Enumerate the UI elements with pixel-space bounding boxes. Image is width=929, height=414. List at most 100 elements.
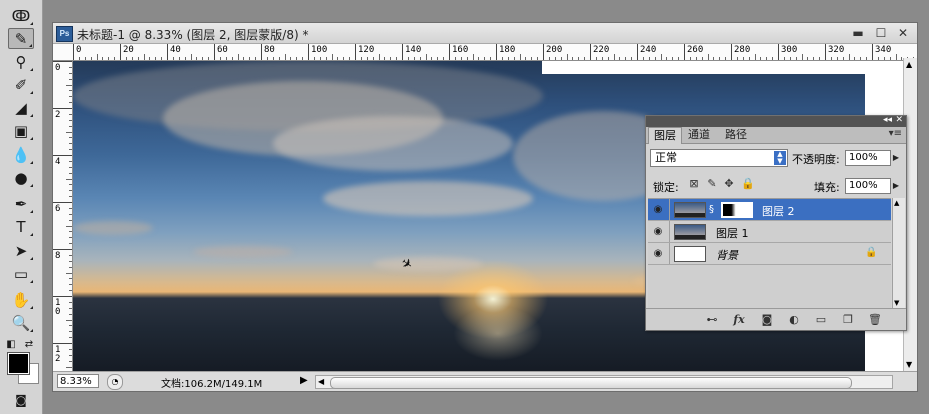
- ruler-label: 200: [546, 45, 563, 55]
- link-icon[interactable]: ⊷: [705, 313, 719, 327]
- path-selection-tool-icon[interactable]: ➤: [8, 240, 34, 261]
- ruler-minor-tick: [66, 225, 72, 227]
- layer-name[interactable]: 背景: [716, 247, 738, 263]
- lock-position-icon[interactable]: ✥: [723, 178, 735, 190]
- layer-row-layer-1[interactable]: ◉ 图层 1: [648, 221, 891, 243]
- ruler-label: 60: [217, 45, 228, 55]
- ruler-tick: [684, 44, 685, 60]
- ruler-minor-tick: [613, 54, 615, 60]
- ruler-tick: [214, 44, 215, 60]
- lock-transparency-icon[interactable]: ⊠: [688, 178, 700, 190]
- tab-paths[interactable]: 路径: [720, 127, 752, 143]
- scroll-down-icon[interactable]: ▼: [894, 299, 899, 307]
- lasso-tool-icon[interactable]: ↂ: [8, 5, 34, 26]
- new-layer-icon[interactable]: ❐: [841, 313, 855, 327]
- ruler-label: 180: [499, 45, 516, 55]
- vertical-ruler[interactable]: 0 2 4 6 8 10 12: [53, 61, 73, 373]
- zoom-tool-icon[interactable]: 🔍: [8, 312, 34, 333]
- lock-all-icon[interactable]: 🔒: [741, 178, 755, 190]
- mask-link-icon[interactable]: §: [709, 204, 714, 215]
- quick-mask-icon[interactable]: ◙: [8, 389, 34, 410]
- dodge-tool-icon[interactable]: ●: [8, 167, 34, 188]
- layer-name[interactable]: 图层 2: [762, 203, 795, 219]
- tab-channels[interactable]: 通道: [683, 127, 715, 143]
- ruler-label: 120: [358, 45, 375, 55]
- scroll-left-icon[interactable]: ◀: [318, 376, 324, 388]
- layer-row-layer-2[interactable]: ◉ § 图层 2: [648, 199, 891, 221]
- type-tool-icon[interactable]: T: [8, 216, 34, 237]
- zoom-level-field[interactable]: 8.33%: [57, 374, 99, 388]
- close-icon[interactable]: ✕: [894, 25, 912, 41]
- ruler-minor-tick: [66, 366, 72, 368]
- layer-name[interactable]: 图层 1: [716, 225, 749, 241]
- fill-slider-icon[interactable]: ▶: [891, 178, 901, 194]
- lock-pixels-icon[interactable]: ✎: [706, 178, 718, 190]
- blend-mode-dropdown-icon[interactable]: ▲ ▼: [774, 151, 786, 165]
- panel-close-icon[interactable]: ✕: [895, 115, 903, 125]
- add-mask-icon[interactable]: ◙: [760, 313, 774, 327]
- ruler-minor-tick: [519, 54, 521, 60]
- document-titlebar[interactable]: Ps 未标题-1 @ 8.33% (图层 2, 图层蒙版/8) * ▬ ☐ ✕: [53, 23, 917, 44]
- ruler-label: 140: [405, 45, 422, 55]
- rectangle-tool-icon[interactable]: ▭: [8, 263, 34, 284]
- horizontal-scrollbar[interactable]: ◀: [315, 375, 893, 389]
- brush-tool-icon[interactable]: ✎: [8, 28, 34, 49]
- ruler-tick: [167, 44, 168, 60]
- ruler-minor-tick: [66, 84, 72, 86]
- document-size-info: 文档:106.2M/149.1M: [161, 379, 263, 390]
- trash-icon[interactable]: 🗑: [868, 313, 882, 327]
- scroll-up-icon[interactable]: ▲: [906, 60, 912, 69]
- tab-layers[interactable]: 图层: [648, 127, 682, 144]
- blur-tool-icon[interactable]: 💧: [8, 144, 34, 165]
- ruler-tick: [73, 44, 74, 60]
- eye-icon[interactable]: ◉: [652, 226, 664, 238]
- ruler-tick: [261, 44, 262, 60]
- maximize-icon[interactable]: ☐: [872, 25, 890, 41]
- fill-field[interactable]: 100%: [845, 178, 891, 194]
- ruler-tick: [778, 44, 779, 60]
- ruler-minor-tick: [707, 54, 709, 60]
- eraser-tool-icon[interactable]: ◢: [8, 97, 34, 118]
- swap-colors-icon[interactable]: ⇄: [22, 334, 36, 355]
- fx-icon[interactable]: fx: [732, 313, 746, 327]
- horizontal-ruler[interactable]: 0 20 40 60 80 100 120 140 160 180 200 220 240 260 280 3…: [53, 44, 917, 61]
- ruler-minor-tick: [660, 54, 662, 60]
- eye-icon[interactable]: ◉: [652, 204, 664, 216]
- photoshop-icon: Ps: [56, 26, 73, 42]
- ruler-label: 260: [687, 45, 704, 55]
- new-group-icon[interactable]: ▭: [814, 313, 828, 327]
- opacity-label: 不透明度:: [792, 153, 840, 166]
- default-colors-icon[interactable]: ◧: [4, 334, 18, 355]
- panel-menu-icon[interactable]: ▾≡: [889, 128, 902, 139]
- status-info-icon[interactable]: ◔: [107, 374, 123, 390]
- pen-tool-icon[interactable]: ✒: [8, 193, 34, 214]
- horizontal-scroll-thumb[interactable]: [330, 377, 852, 389]
- ruler-minor-tick: [66, 178, 72, 180]
- collapse-icon[interactable]: ◂◂: [883, 115, 892, 125]
- opacity-slider-icon[interactable]: ▶: [891, 150, 901, 166]
- transparent-canvas-region: [542, 61, 865, 74]
- layer-list-scrollbar[interactable]: ▲ ▼: [892, 198, 905, 308]
- ruler-minor-tick: [237, 54, 239, 60]
- layer-row-background[interactable]: ◉ 背景 🔒: [648, 243, 891, 265]
- layer-mask-thumbnail[interactable]: [721, 202, 753, 218]
- panel-header[interactable]: ◂◂ ✕: [646, 115, 906, 127]
- lock-label: 锁定:: [653, 181, 679, 194]
- ruler-tick: [308, 44, 309, 60]
- ruler-tick: [53, 108, 72, 109]
- opacity-field[interactable]: 100%: [845, 150, 891, 166]
- ruler-label: 80: [264, 45, 275, 55]
- foreground-color-swatch[interactable]: [7, 352, 30, 375]
- hand-tool-icon[interactable]: ✋: [8, 289, 34, 310]
- scroll-down-icon[interactable]: ▼: [906, 360, 912, 369]
- minimize-icon[interactable]: ▬: [849, 25, 867, 41]
- eye-icon[interactable]: ◉: [652, 248, 664, 260]
- clone-stamp-tool-icon[interactable]: ⚲: [8, 51, 34, 72]
- blend-mode-select[interactable]: 正常 ▲ ▼: [650, 149, 788, 167]
- adjustment-icon[interactable]: ◐: [787, 313, 801, 327]
- status-menu-arrow-icon[interactable]: ▶: [300, 375, 308, 386]
- ruler-label: 220: [593, 45, 610, 55]
- gradient-tool-icon[interactable]: ▣: [8, 120, 34, 141]
- history-brush-tool-icon[interactable]: ✐: [8, 74, 34, 95]
- scroll-up-icon[interactable]: ▲: [894, 199, 899, 207]
